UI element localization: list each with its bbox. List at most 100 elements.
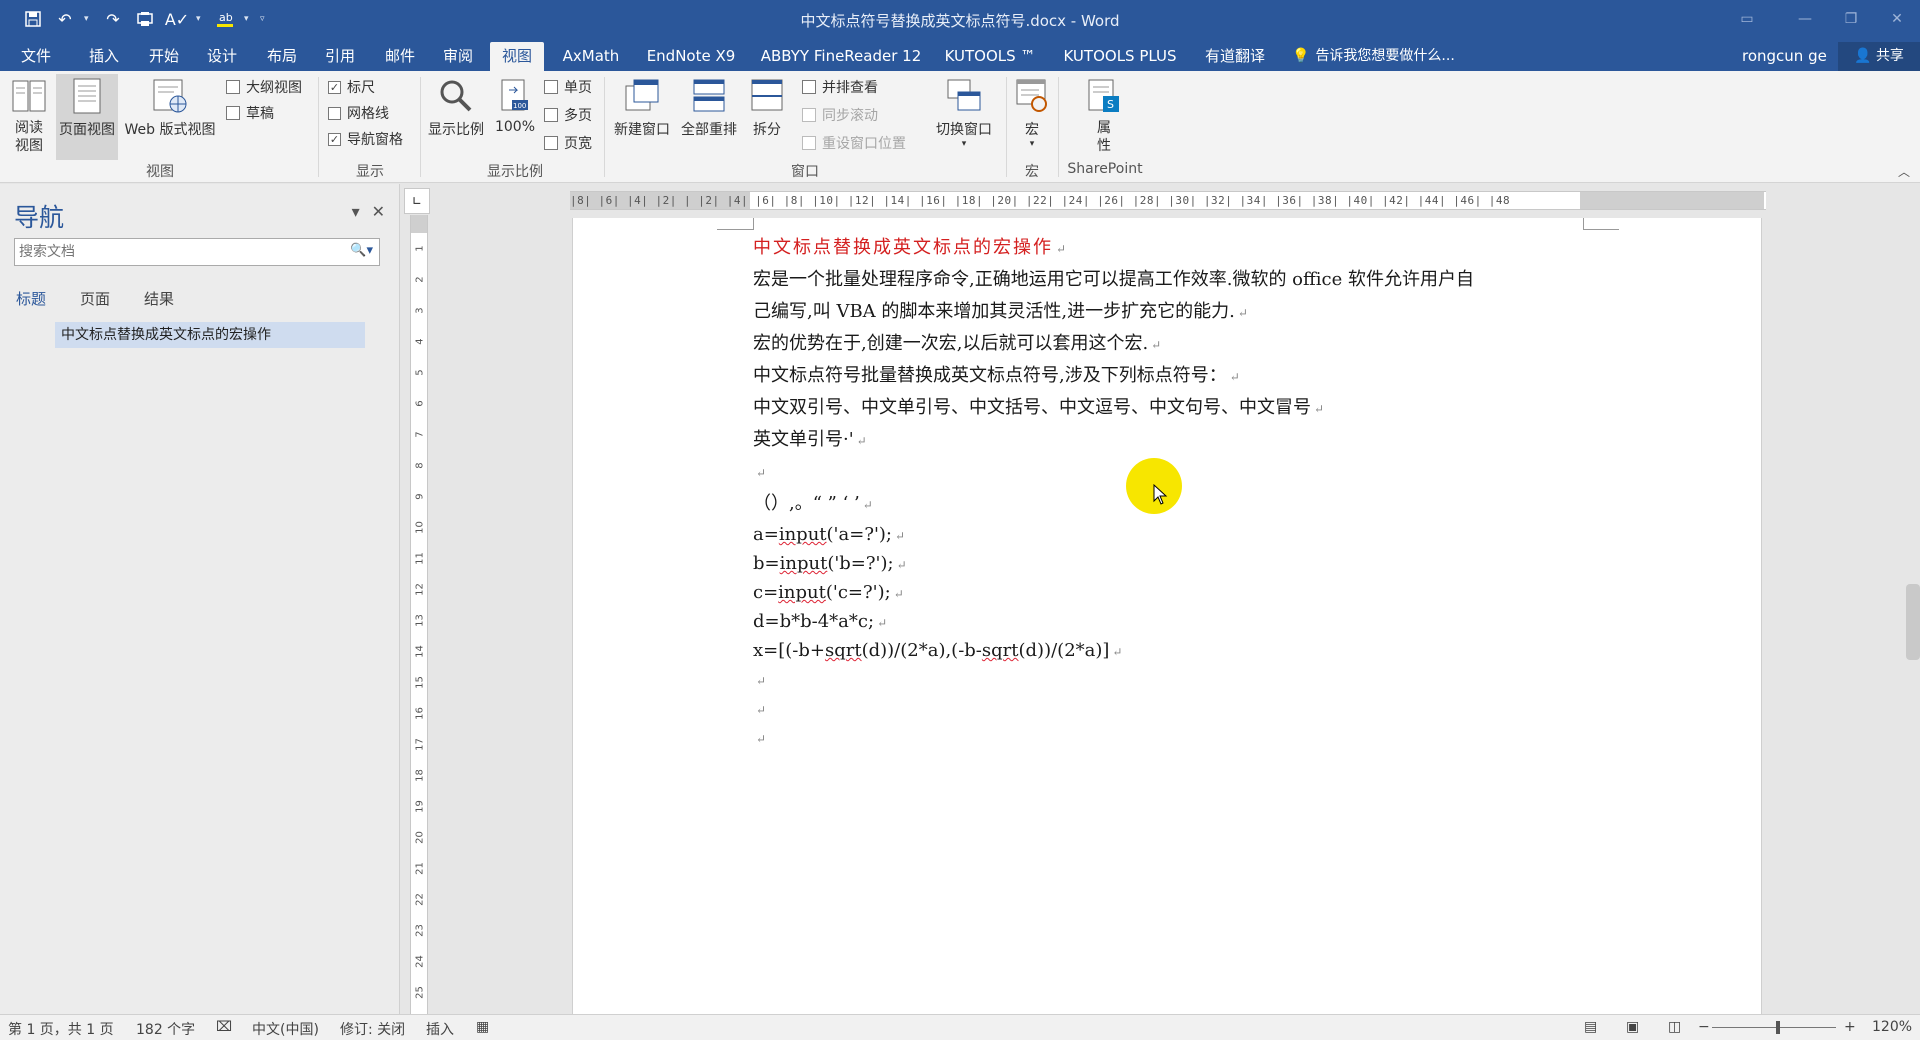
nav-heading-item[interactable]: 中文标点替换成英文标点的宏操作 — [55, 322, 365, 348]
reset-window-button[interactable]: 重设窗口位置 — [802, 132, 906, 154]
gridlines-checkbox[interactable]: 网格线 — [328, 102, 389, 124]
empty-paragraph: ↵ — [756, 466, 767, 480]
draft-button[interactable]: 草稿 — [226, 102, 274, 124]
side-by-side-icon — [802, 80, 816, 94]
nav-pane-check-icon[interactable]: ✓ — [328, 132, 341, 146]
minimize-icon[interactable]: — — [1782, 0, 1828, 38]
tab-file[interactable]: 文件 — [14, 42, 58, 71]
print-layout-button[interactable]: 页面视图 — [56, 74, 118, 160]
zoom-in-icon[interactable]: + — [1844, 1019, 1856, 1035]
vruler-number: 16 — [414, 707, 426, 720]
read-mode-view-icon[interactable]: ▤ — [1584, 1019, 1597, 1035]
zoom-slider-thumb[interactable] — [1776, 1021, 1780, 1034]
tab-axmath[interactable]: AxMath — [556, 42, 626, 71]
tab-kutools-plus[interactable]: KUTOOLS PLUS — [1056, 42, 1184, 71]
tab-abbyy[interactable]: ABBYY FineReader 12 — [756, 42, 926, 71]
side-by-side-button[interactable]: 并排查看 — [802, 76, 878, 98]
insert-mode[interactable]: 插入 — [426, 1019, 454, 1039]
switch-windows-button[interactable]: 切换窗口 ▾ — [928, 77, 1000, 149]
web-layout-button[interactable]: Web 版式视图 — [120, 77, 220, 139]
zoom-level[interactable]: 120% — [1872, 1019, 1912, 1035]
zoom-slider[interactable] — [1712, 1027, 1836, 1028]
tab-view[interactable]: 视图 — [490, 42, 544, 71]
tab-kutools[interactable]: KUTOOLS ™ — [940, 42, 1040, 71]
spelling-error-mark[interactable]: input — [778, 582, 826, 603]
tab-references[interactable]: 引用 — [318, 42, 362, 71]
ribbon-display-icon[interactable]: ▭ — [1712, 0, 1782, 38]
code-line: x=[(-b+sqrt(d))/(2*a),(-b-sqrt(d))/(2*a)… — [753, 640, 1123, 661]
close-icon[interactable]: ✕ — [1874, 0, 1920, 38]
multiple-pages-button[interactable]: 多页 — [544, 104, 592, 126]
tab-endnote[interactable]: EndNote X9 — [640, 42, 742, 71]
document-page[interactable]: 中文标点替换成英文标点的宏操作 ↵ 宏是一个批量处理程序命令,正确地运用它可以提高… — [572, 218, 1762, 1018]
one-page-button[interactable]: 单页 — [544, 76, 592, 98]
read-mode-icon — [11, 77, 47, 115]
macro-record-icon[interactable]: ▦ — [476, 1019, 489, 1035]
nav-options-icon[interactable]: ▾ — [352, 202, 360, 221]
sync-scroll-icon — [802, 108, 816, 122]
outline-label: 大纲视图 — [246, 80, 302, 96]
split-button[interactable]: 拆分 — [746, 77, 788, 139]
tab-youdao[interactable]: 有道翻译 — [1198, 42, 1272, 71]
vruler-number: 7 — [414, 431, 426, 438]
print-layout-view-icon[interactable]: ▣ — [1626, 1019, 1639, 1035]
nav-tab-pages[interactable]: 页面 — [80, 288, 110, 309]
zoom-button[interactable]: 显示比例 — [424, 77, 488, 139]
outline-button[interactable]: 大纲视图 — [226, 76, 302, 98]
restore-icon[interactable]: ❐ — [1828, 0, 1874, 38]
vertical-scrollbar[interactable] — [1906, 584, 1920, 660]
web-layout-view-icon[interactable]: ◫ — [1668, 1019, 1681, 1035]
share-button[interactable]: 👤 共享 — [1838, 42, 1920, 71]
nav-tab-results[interactable]: 结果 — [144, 288, 174, 309]
horizontal-ruler[interactable]: |8| |6| |4| |2| | |2| |4| |6| |8| |10| |… — [570, 191, 1766, 210]
nav-search-input[interactable] — [15, 239, 335, 265]
sync-scroll-button[interactable]: 同步滚动 — [802, 104, 878, 126]
word-count[interactable]: 182 个字 — [136, 1019, 195, 1039]
spelling-error-mark[interactable]: input — [779, 524, 827, 545]
tab-selector[interactable]: ∟ — [404, 188, 430, 214]
track-changes-status[interactable]: 修订: 关闭 — [340, 1019, 405, 1039]
tell-me-box[interactable]: 💡 告诉我您想要做什么... — [1292, 42, 1455, 71]
tab-home[interactable]: 开始 — [142, 42, 186, 71]
proofing-icon[interactable]: ⌧ — [216, 1019, 232, 1035]
nav-close-icon[interactable]: ✕ — [372, 202, 385, 221]
properties-button[interactable]: S 属 性 — [1082, 77, 1126, 155]
nav-pane-checkbox[interactable]: ✓ 导航窗格 — [328, 128, 403, 150]
crop-mark — [753, 218, 754, 230]
read-mode-button[interactable]: 阅读 视图 — [6, 77, 52, 155]
macros-group-label: 宏 — [1025, 164, 1039, 180]
draft-label: 草稿 — [246, 106, 274, 122]
vruler-number: 15 — [414, 676, 426, 689]
zoom-100-icon: 100 — [497, 77, 533, 115]
multiple-pages-label: 多页 — [564, 108, 592, 124]
tab-layout[interactable]: 布局 — [260, 42, 304, 71]
vertical-ruler[interactable]: 1 2 3 4 5 6 7 8 9 10 11 12 13 14 15 16 17 18 19 20 21 22 23 24 2… — [410, 215, 428, 1015]
tab-mailings[interactable]: 邮件 — [378, 42, 422, 71]
paragraph: 宏是一个批量处理程序命令,正确地运用它可以提高工作效率.微软的 office 软… — [753, 269, 1474, 290]
ruler-check-icon[interactable]: ✓ — [328, 80, 341, 94]
spelling-error-mark[interactable]: input — [780, 553, 828, 574]
gridlines-check-icon[interactable] — [328, 106, 341, 120]
arrange-all-icon — [691, 77, 727, 115]
search-icon[interactable]: 🔍▾ — [350, 243, 373, 258]
zoom-out-icon[interactable]: − — [1698, 1019, 1710, 1035]
spelling-error-mark[interactable]: sqrt — [982, 640, 1019, 661]
macros-button[interactable]: 宏 ▾ — [1010, 77, 1054, 149]
document-body[interactable]: 中文标点替换成英文标点的宏操作 ↵ 宏是一个批量处理程序命令,正确地运用它可以提高… — [753, 232, 1623, 752]
collapse-ribbon-icon[interactable]: ︿ — [1898, 163, 1910, 180]
spelling-error-mark[interactable]: sqrt — [825, 640, 862, 661]
ruler-checkbox[interactable]: ✓ 标尺 — [328, 76, 375, 98]
language-indicator[interactable]: 中文(中国) — [252, 1019, 319, 1039]
page-count[interactable]: 第 1 页，共 1 页 — [8, 1019, 114, 1039]
page-width-button[interactable]: 页宽 — [544, 132, 592, 154]
tab-review[interactable]: 审阅 — [436, 42, 480, 71]
tab-design[interactable]: 设计 — [200, 42, 244, 71]
zoom-100-button[interactable]: 100 100% — [490, 77, 540, 135]
vruler-number: 17 — [414, 738, 426, 751]
group-divider — [1006, 77, 1007, 177]
new-window-button[interactable]: 新建窗口 — [610, 77, 674, 139]
arrange-all-button[interactable]: 全部重排 — [676, 77, 742, 139]
nav-tab-headings[interactable]: 标题 — [16, 288, 46, 309]
tab-insert[interactable]: 插入 — [82, 42, 126, 71]
user-name[interactable]: rongcun ge — [1742, 42, 1827, 71]
